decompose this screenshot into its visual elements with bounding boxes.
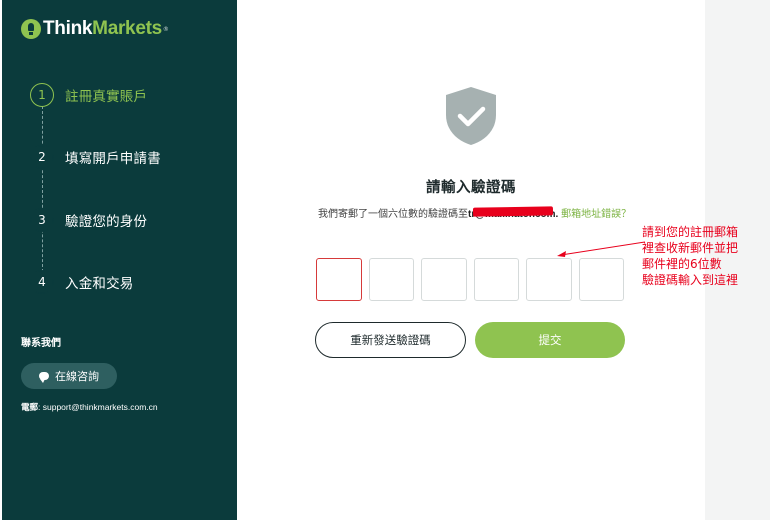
logo-registered-mark: ®	[162, 25, 169, 33]
chat-bubble-icon	[39, 372, 49, 383]
annotation-line: 裡查收新郵件並把	[642, 241, 739, 255]
resend-code-button[interactable]: 重新發送驗證碼	[315, 322, 466, 358]
live-chat-button[interactable]: 在線咨詢	[21, 363, 117, 389]
step-application-form[interactable]: 2 填寫開戶申請書	[30, 145, 161, 169]
step-register-account[interactable]: 1 註冊真實賬戶	[30, 83, 147, 107]
code-digit-5[interactable]	[526, 258, 572, 301]
sidebar: Think Markets ® 1 註冊真實賬戶 2 填寫開戶申請書 3 驗證您…	[2, 0, 237, 520]
support-email: 電郵: support@thinkmarkets.com.cn	[21, 401, 158, 413]
step-label: 入金和交易	[65, 276, 134, 292]
submit-button[interactable]: 提交	[475, 322, 625, 358]
thinkmarkets-logo-icon	[21, 19, 41, 39]
annotation-arrow	[557, 241, 646, 257]
description-text: 我們寄郵了一個六位數的驗證碼至	[318, 209, 468, 220]
contact-us-title: 聯系我們	[21, 338, 61, 349]
shield-check-icon	[446, 87, 496, 145]
live-chat-label: 在線咨詢	[55, 370, 99, 383]
thinkmarkets-logo[interactable]: Think Markets ®	[21, 18, 169, 40]
code-digit-3[interactable]	[421, 258, 467, 301]
logo-text-think: Think	[43, 18, 93, 39]
page-title: 請輸入驗證碼	[426, 180, 516, 196]
step-label: 驗證您的身份	[65, 214, 148, 230]
annotation-line: 請到您的註冊郵箱	[642, 225, 739, 239]
code-digit-6[interactable]	[578, 258, 624, 301]
email-prefix: 電郵	[21, 402, 39, 412]
step-label: 填寫開戶申請書	[65, 151, 161, 167]
step-number: 2	[30, 145, 54, 169]
verification-code-inputs	[316, 258, 624, 301]
instruction-annotation: 請到您的註冊郵箱 裡查收新郵件並把 郵件裡的6位數 驗證碼輸入到這裡	[642, 224, 767, 288]
code-digit-2[interactable]	[368, 258, 414, 301]
code-digit-1[interactable]	[316, 258, 362, 301]
step-label: 註冊真實賬戶	[65, 89, 148, 105]
step-verify-identity[interactable]: 3 驗證您的身份	[30, 208, 147, 232]
email-redaction-mark	[472, 206, 554, 217]
step-number: 1	[30, 83, 54, 107]
email-value[interactable]: : support@thinkmarkets.com.cn	[38, 402, 158, 412]
step-deposit-trade[interactable]: 4 入金和交易	[30, 270, 134, 294]
step-number: 3	[30, 208, 54, 232]
wrong-email-link[interactable]: 郵箱地址錯誤？	[561, 209, 631, 220]
annotation-line: 驗證碼輸入到這裡	[642, 273, 739, 287]
code-digit-4[interactable]	[473, 258, 519, 301]
annotation-line: 郵件裡的6位數	[642, 257, 722, 271]
step-number: 4	[30, 270, 54, 294]
logo-text-markets: Markets	[92, 18, 162, 39]
steps-connector-line	[42, 106, 43, 272]
